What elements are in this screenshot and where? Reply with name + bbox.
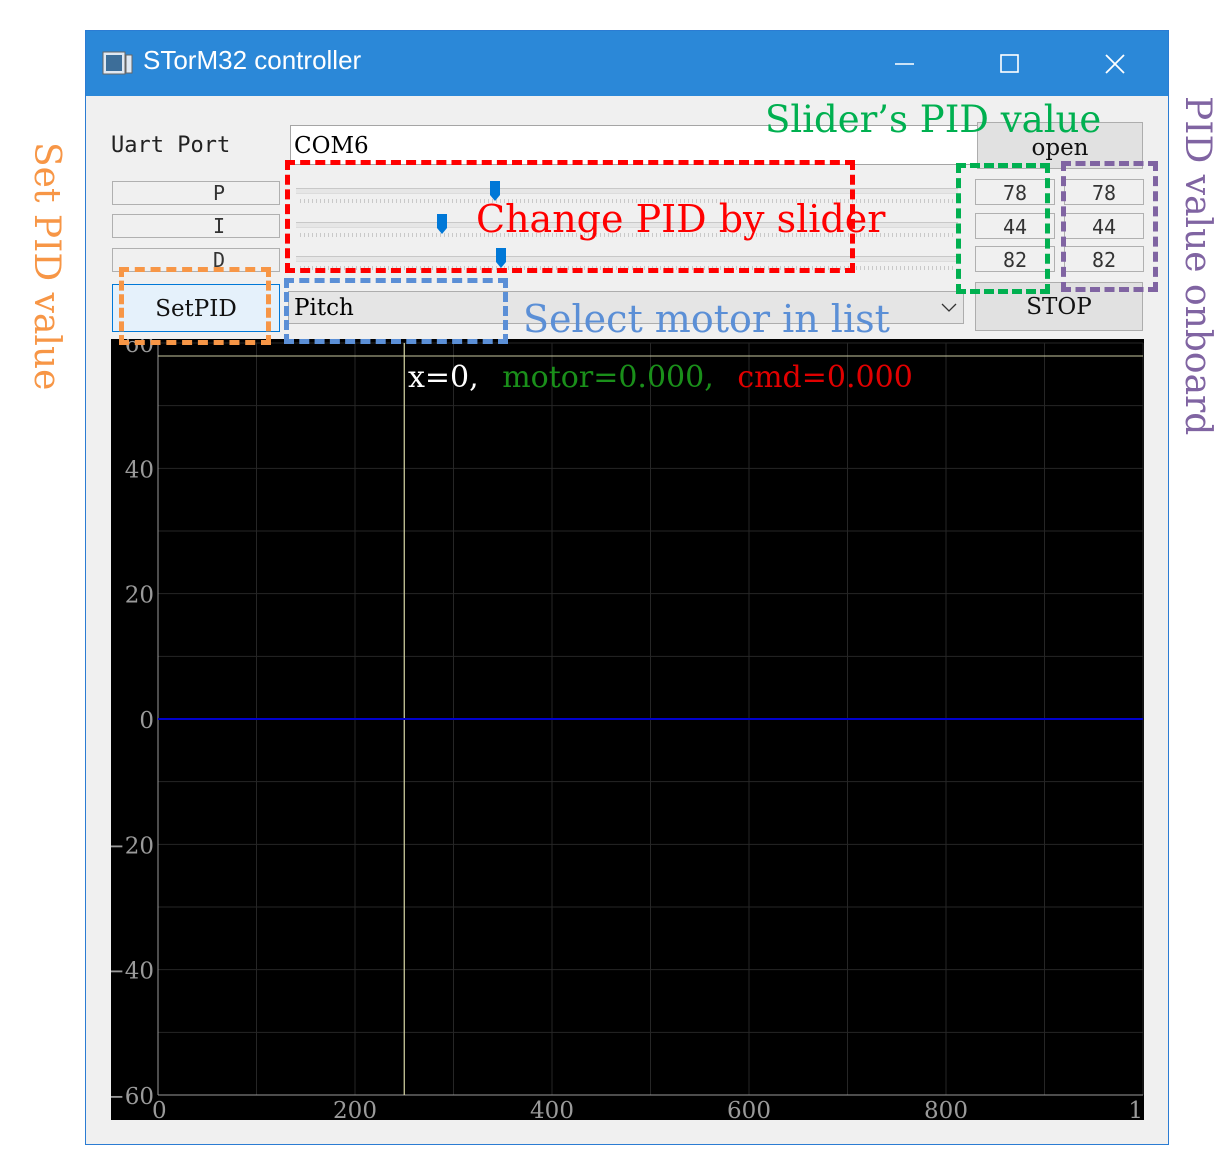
pid-name-i: I [112,214,280,238]
x-tick-label: 800 [924,1098,968,1120]
app-icon [102,51,133,75]
minimize-button[interactable] [852,31,956,96]
annotation-select-motor: Select motor in list [523,297,890,341]
close-icon [1105,54,1125,74]
annotation-slider-pid-value: Slider’s PID value [765,98,1102,141]
y-tick-label: −40 [111,959,154,985]
y-tick-label: 0 [139,708,154,734]
readout-x: x=0, [408,360,479,395]
pid-name-p: P [112,181,280,205]
x-tick-label: 0 [152,1098,167,1120]
chevron-down-icon [941,303,957,312]
readout-cmd: cmd=0.000 [737,360,913,395]
x-tick-label: 200 [333,1098,377,1120]
readout-motor: motor=0.000, [502,360,714,395]
plot-area[interactable]: −60−40−200204060020040060080010 [111,339,1144,1120]
annotation-box-motor [284,278,508,344]
annotation-box-setpid [119,267,271,345]
window-title: STorM32 controller [143,45,362,75]
title-bar[interactable]: STorM32 controller [86,31,1168,96]
maximize-button[interactable] [956,31,1060,96]
y-tick-label: −20 [111,833,154,859]
cursor-readout: x=0, motor=0.000, cmd=0.000 [408,360,913,395]
y-tick-label: 20 [125,583,154,609]
x-tick-label: 400 [530,1098,574,1120]
x-tick-label: 600 [727,1098,771,1120]
close-button[interactable] [1062,31,1166,96]
maximize-icon [1000,54,1019,73]
plot-background [111,339,1144,1120]
annotation-box-slider-value [956,163,1050,294]
annotation-pid-onboard: PID value onboard [1177,96,1218,436]
annotation-set-pid-value: Set PID value [26,142,67,391]
x-tick-label: 10 [1128,1098,1144,1120]
uart-port-label: Uart Port [111,133,231,158]
annotation-change-pid: Change PID by slider [476,197,886,241]
y-tick-label: 40 [125,457,154,483]
annotation-box-onboard [1061,161,1158,292]
y-tick-label: −60 [111,1084,154,1110]
minimize-icon [895,63,914,65]
